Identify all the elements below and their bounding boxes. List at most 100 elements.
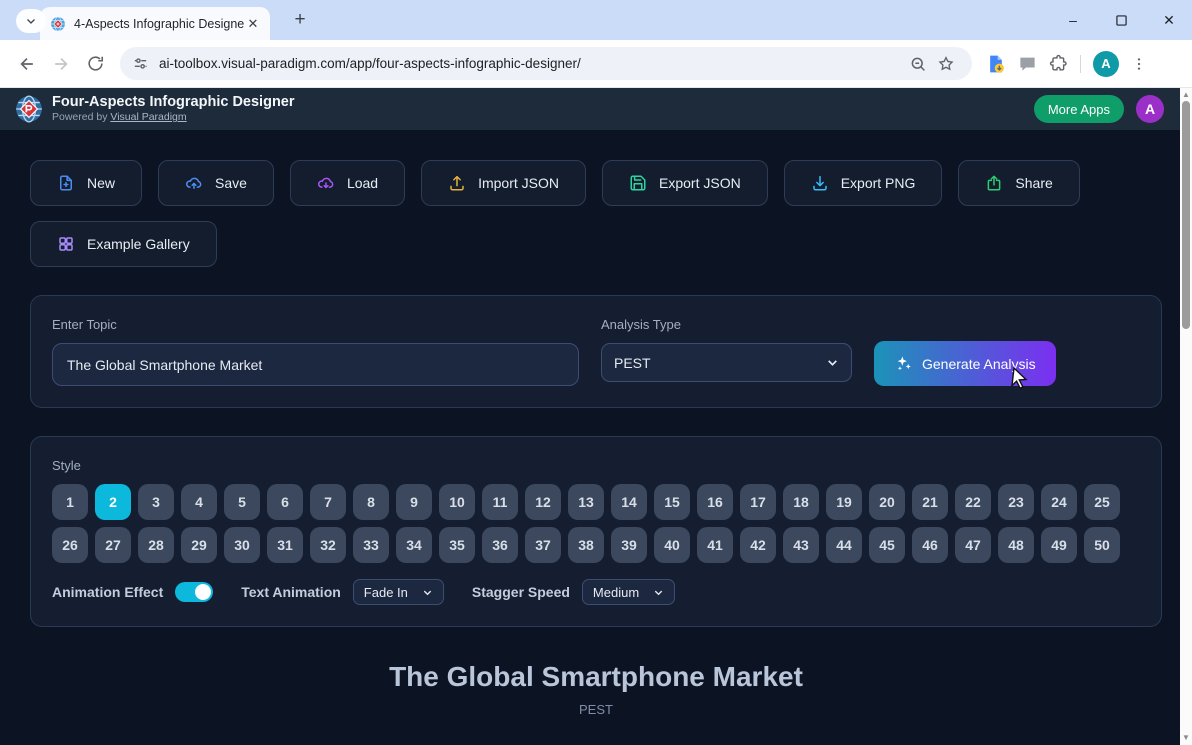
browser-menu-button[interactable] — [1131, 56, 1147, 72]
window-minimize-button[interactable]: – — [1064, 11, 1082, 29]
style-option-42[interactable]: 42 — [740, 527, 776, 563]
style-option-35[interactable]: 35 — [439, 527, 475, 563]
style-option-36[interactable]: 36 — [482, 527, 518, 563]
save-button[interactable]: Save — [158, 160, 274, 206]
style-option-40[interactable]: 40 — [654, 527, 690, 563]
analysis-type-select[interactable]: PEST — [601, 343, 852, 382]
generate-analysis-button[interactable]: Generate Analysis — [874, 341, 1056, 386]
save-extension-button[interactable] — [986, 54, 1006, 74]
topic-panel: Enter Topic Analysis Type PEST Generate … — [30, 295, 1162, 408]
forward-button[interactable] — [44, 47, 78, 81]
visual-paradigm-link[interactable]: Visual Paradigm — [110, 111, 186, 123]
back-button[interactable] — [10, 47, 44, 81]
zoom-indicator-button[interactable] — [904, 50, 932, 78]
topic-input[interactable] — [52, 343, 579, 386]
style-option-19[interactable]: 19 — [826, 484, 862, 520]
style-option-23[interactable]: 23 — [998, 484, 1034, 520]
new-button[interactable]: New — [30, 160, 142, 206]
style-option-2[interactable]: 2 — [95, 484, 131, 520]
url-bar[interactable]: ai-toolbox.visual-paradigm.com/app/four-… — [120, 47, 972, 80]
style-option-18[interactable]: 18 — [783, 484, 819, 520]
stagger-speed-select[interactable]: Medium — [582, 579, 675, 605]
style-option-15[interactable]: 15 — [654, 484, 690, 520]
style-option-25[interactable]: 25 — [1084, 484, 1120, 520]
style-option-50[interactable]: 50 — [1084, 527, 1120, 563]
export-json-button[interactable]: Export JSON — [602, 160, 768, 206]
style-option-33[interactable]: 33 — [353, 527, 389, 563]
style-option-41[interactable]: 41 — [697, 527, 733, 563]
tab-search-button[interactable] — [16, 9, 46, 33]
tab-title: 4-Aspects Infographic Designer — [74, 17, 244, 31]
style-option-31[interactable]: 31 — [267, 527, 303, 563]
url-text[interactable]: ai-toolbox.visual-paradigm.com/app/four-… — [159, 56, 904, 71]
style-option-20[interactable]: 20 — [869, 484, 905, 520]
style-option-46[interactable]: 46 — [912, 527, 948, 563]
window-close-button[interactable]: ✕ — [1160, 11, 1178, 29]
style-option-13[interactable]: 13 — [568, 484, 604, 520]
reload-button[interactable] — [78, 47, 112, 81]
style-option-7[interactable]: 7 — [310, 484, 346, 520]
style-option-21[interactable]: 21 — [912, 484, 948, 520]
style-option-4[interactable]: 4 — [181, 484, 217, 520]
export-png-button[interactable]: Export PNG — [784, 160, 943, 206]
load-button[interactable]: Load — [290, 160, 405, 206]
animation-effect-toggle[interactable] — [175, 582, 213, 602]
style-option-1[interactable]: 1 — [52, 484, 88, 520]
style-option-32[interactable]: 32 — [310, 527, 346, 563]
style-option-14[interactable]: 14 — [611, 484, 647, 520]
page-scrollbar[interactable]: ▲ ▼ — [1180, 88, 1192, 745]
style-option-26[interactable]: 26 — [52, 527, 88, 563]
more-apps-button[interactable]: More Apps — [1034, 95, 1124, 123]
style-option-10[interactable]: 10 — [439, 484, 475, 520]
preview-title: The Global Smartphone Market — [30, 661, 1162, 693]
extensions-button[interactable] — [1049, 54, 1068, 73]
bookmark-button[interactable] — [932, 50, 960, 78]
style-option-43[interactable]: 43 — [783, 527, 819, 563]
style-option-9[interactable]: 9 — [396, 484, 432, 520]
style-option-48[interactable]: 48 — [998, 527, 1034, 563]
style-option-45[interactable]: 45 — [869, 527, 905, 563]
window-maximize-button[interactable] — [1112, 11, 1130, 29]
scrollbar-down-icon[interactable]: ▼ — [1180, 733, 1192, 743]
style-option-49[interactable]: 49 — [1041, 527, 1077, 563]
style-option-44[interactable]: 44 — [826, 527, 862, 563]
text-animation-select[interactable]: Fade In — [353, 579, 444, 605]
style-option-12[interactable]: 12 — [525, 484, 561, 520]
style-option-16[interactable]: 16 — [697, 484, 733, 520]
example-gallery-button[interactable]: Example Gallery — [30, 221, 217, 267]
upload-icon — [448, 174, 466, 192]
share-button[interactable]: Share — [958, 160, 1079, 206]
style-option-47[interactable]: 47 — [955, 527, 991, 563]
style-option-22[interactable]: 22 — [955, 484, 991, 520]
import-json-button[interactable]: Import JSON — [421, 160, 586, 206]
style-option-38[interactable]: 38 — [568, 527, 604, 563]
style-option-17[interactable]: 17 — [740, 484, 776, 520]
tab-close-icon[interactable]: ✕ — [244, 15, 262, 33]
floppy-icon — [629, 174, 647, 192]
feedback-button[interactable] — [1018, 54, 1037, 73]
style-option-30[interactable]: 30 — [224, 527, 260, 563]
action-toolbar-row-1: New Save Load Import JSON Export JSON Export … — [30, 160, 1162, 206]
style-option-27[interactable]: 27 — [95, 527, 131, 563]
style-option-6[interactable]: 6 — [267, 484, 303, 520]
stagger-speed-value: Medium — [593, 585, 639, 600]
browser-tab[interactable]: 4-Aspects Infographic Designer ✕ — [40, 7, 270, 40]
style-option-11[interactable]: 11 — [482, 484, 518, 520]
style-label: Style — [52, 458, 1140, 473]
browser-profile-avatar[interactable]: A — [1093, 51, 1119, 77]
scrollbar-up-icon[interactable]: ▲ — [1180, 90, 1192, 100]
new-tab-button[interactable]: + — [288, 8, 312, 32]
style-option-24[interactable]: 24 — [1041, 484, 1077, 520]
style-option-39[interactable]: 39 — [611, 527, 647, 563]
style-grid-row-2: 2627282930313233343536373839404142434445… — [52, 527, 1140, 563]
main-content: New Save Load Import JSON Export JSON Export … — [0, 130, 1192, 745]
style-option-8[interactable]: 8 — [353, 484, 389, 520]
style-option-28[interactable]: 28 — [138, 527, 174, 563]
user-avatar[interactable]: A — [1136, 95, 1164, 123]
style-option-29[interactable]: 29 — [181, 527, 217, 563]
style-option-5[interactable]: 5 — [224, 484, 260, 520]
scrollbar-thumb[interactable] — [1182, 101, 1190, 329]
style-option-34[interactable]: 34 — [396, 527, 432, 563]
style-option-37[interactable]: 37 — [525, 527, 561, 563]
style-option-3[interactable]: 3 — [138, 484, 174, 520]
